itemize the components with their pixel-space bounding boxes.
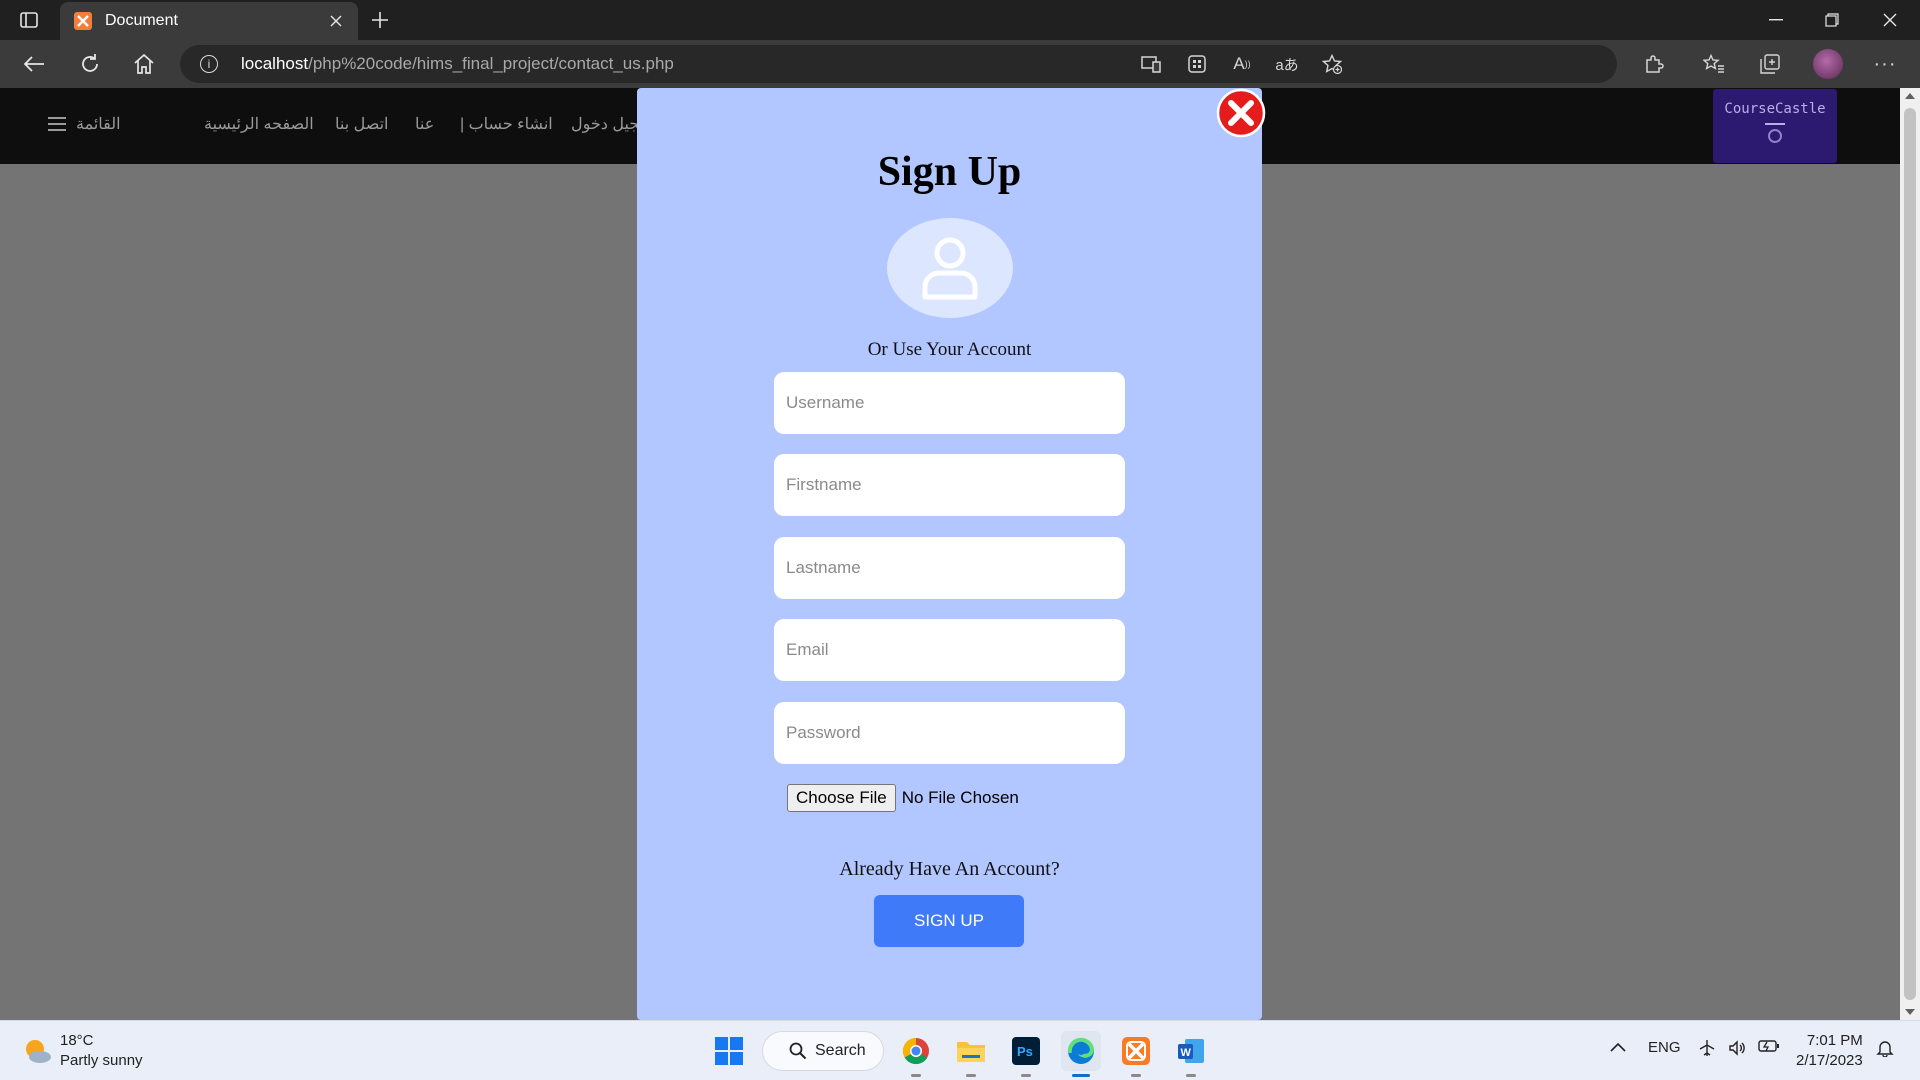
scroll-down-arrow-icon[interactable] xyxy=(1905,1009,1915,1015)
username-field[interactable] xyxy=(774,372,1125,434)
edge-app-icon[interactable] xyxy=(1061,1031,1101,1077)
xampp-app-icon[interactable] xyxy=(1116,1031,1156,1077)
site-info-icon[interactable]: i xyxy=(200,55,218,73)
hamburger-icon xyxy=(48,117,66,131)
scroll-thumb[interactable] xyxy=(1904,108,1916,1000)
airplane-mode-icon[interactable] xyxy=(1698,1039,1716,1061)
word-app-icon[interactable]: W xyxy=(1171,1031,1211,1077)
notifications-bell-icon[interactable] xyxy=(1876,1039,1894,1061)
partly-sunny-icon xyxy=(22,1036,52,1066)
url-host: localhost xyxy=(241,54,309,73)
translate-icon[interactable]: aあ xyxy=(1274,51,1300,77)
tab-actions-icon[interactable] xyxy=(16,8,42,32)
apps-grid-icon[interactable] xyxy=(1184,51,1210,77)
search-label: Search xyxy=(815,1042,866,1059)
window-minimize-icon[interactable] xyxy=(1754,4,1798,36)
clock-date: 2/17/2023 xyxy=(1796,1052,1863,1069)
weather-description: Partly sunny xyxy=(60,1052,143,1069)
url-path: /php%20code/hims_final_project/contact_u… xyxy=(308,54,674,73)
site-logo[interactable]: CourseCastle xyxy=(1713,89,1837,163)
url-text[interactable]: localhost/php%20code/hims_final_project/… xyxy=(241,54,674,74)
alt-login-text: Or Use Your Account xyxy=(867,339,1032,360)
nav-home[interactable]: الصفحه الرئيسية xyxy=(204,114,314,134)
nav-register[interactable]: انشاء حساب | xyxy=(460,114,553,134)
user-avatar-icon xyxy=(887,218,1013,318)
start-button[interactable] xyxy=(709,1031,749,1071)
browser-toolbar: i localhost/php%20code/hims_final_projec… xyxy=(0,40,1920,88)
weather-temperature: 18°C xyxy=(60,1032,94,1049)
svg-text:W: W xyxy=(1181,1047,1192,1059)
nav-about[interactable]: عنا xyxy=(415,114,434,134)
taskbar-search[interactable]: Search xyxy=(762,1031,884,1071)
lastname-field[interactable] xyxy=(774,537,1125,599)
fingerprint-icon xyxy=(1768,129,1782,143)
windows-taskbar: 18°C Partly sunny Search Ps W ENG 7:01 P… xyxy=(0,1020,1920,1080)
file-status-text: No File Chosen xyxy=(901,788,1019,807)
weather-widget[interactable]: 18°C Partly sunny xyxy=(22,1031,143,1071)
extensions-puzzle-icon[interactable] xyxy=(1639,49,1669,79)
close-modal-icon[interactable] xyxy=(1216,88,1266,138)
chrome-app-icon[interactable] xyxy=(896,1031,936,1077)
new-tab-plus-icon[interactable] xyxy=(366,6,394,34)
address-bar[interactable]: i localhost/php%20code/hims_final_projec… xyxy=(180,45,1617,83)
clock-time: 7:01 PM xyxy=(1806,1032,1863,1049)
menu-label: القائمة xyxy=(76,116,121,133)
window-restore-icon[interactable] xyxy=(1810,4,1854,36)
profile-avatar[interactable] xyxy=(1813,49,1843,79)
home-icon[interactable] xyxy=(128,48,160,80)
signup-button[interactable]: SIGN UP xyxy=(874,895,1024,947)
scroll-up-arrow-icon[interactable] xyxy=(1905,93,1915,99)
tab-title: Document xyxy=(105,12,178,29)
already-account-link[interactable]: Already Have An Account? xyxy=(637,858,1262,881)
choose-file-button[interactable]: Choose File xyxy=(787,784,896,812)
collections-icon[interactable] xyxy=(1755,49,1785,79)
page-scrollbar[interactable] xyxy=(1900,88,1920,1020)
show-hidden-icons-chevron-icon[interactable] xyxy=(1610,1039,1626,1056)
photoshop-icon[interactable]: Ps xyxy=(1006,1031,1046,1077)
volume-icon[interactable] xyxy=(1728,1039,1746,1061)
firstname-field[interactable] xyxy=(774,454,1125,516)
window-close-icon[interactable] xyxy=(1868,4,1912,36)
more-options-icon[interactable]: ··· xyxy=(1870,49,1900,79)
file-upload: Choose File No File Chosen xyxy=(787,784,1019,812)
read-aloud-icon[interactable]: A)) xyxy=(1229,51,1255,77)
tab-close-icon[interactable] xyxy=(324,9,348,33)
browser-tab-bar: Document xyxy=(0,0,1920,40)
file-explorer-icon[interactable] xyxy=(951,1031,991,1077)
search-icon xyxy=(789,1042,807,1060)
app-available-icon[interactable] xyxy=(1138,51,1164,77)
taskbar-clock[interactable]: 7:01 PM 2/17/2023 xyxy=(1796,1031,1863,1071)
svg-text:Ps: Ps xyxy=(1017,1044,1033,1059)
password-field[interactable] xyxy=(774,702,1125,764)
back-arrow-icon[interactable] xyxy=(18,48,50,80)
modal-title: Sign Up xyxy=(877,149,1022,195)
browser-tab[interactable]: Document xyxy=(60,2,358,40)
email-field[interactable] xyxy=(774,619,1125,681)
battery-icon[interactable] xyxy=(1758,1039,1780,1057)
menu-toggle[interactable]: القائمة xyxy=(48,114,121,134)
reload-icon[interactable] xyxy=(74,48,106,80)
xampp-favicon-icon xyxy=(74,12,92,30)
add-favorite-icon[interactable] xyxy=(1319,51,1345,77)
nav-contact[interactable]: اتصل بنا xyxy=(335,114,389,134)
logo-text: CourseCastle xyxy=(1724,101,1826,117)
signup-modal: Sign Up Or Use Your Account Choose File … xyxy=(637,88,1266,1020)
input-language[interactable]: ENG xyxy=(1648,1039,1681,1056)
favorites-icon[interactable] xyxy=(1699,49,1729,79)
